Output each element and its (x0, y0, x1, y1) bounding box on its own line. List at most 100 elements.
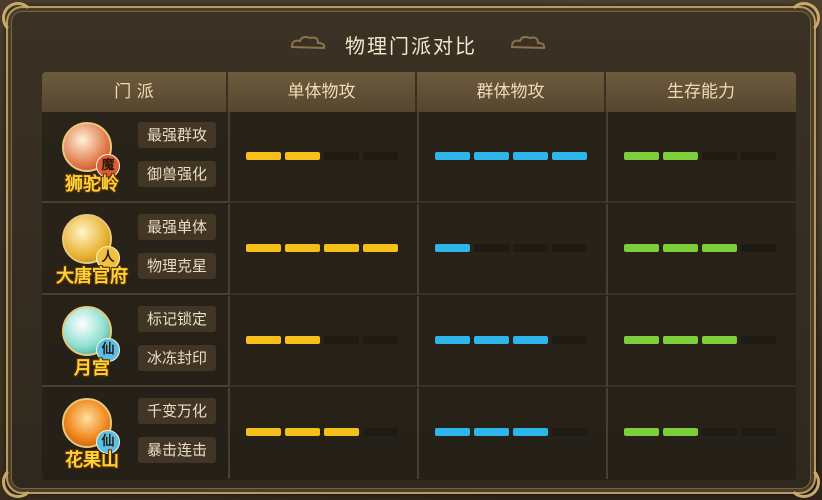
sect-feature-tag: 御兽强化 (138, 161, 216, 187)
survival-rating-cell (606, 388, 796, 479)
sect-cell: 魔狮驼岭 最强群攻 御兽强化 (42, 112, 228, 203)
survival-rating (624, 152, 776, 160)
rating-segment (624, 244, 659, 252)
rating-segment (663, 336, 698, 344)
rating-segment (741, 336, 776, 344)
rating-segment (513, 336, 548, 344)
header-group-attack: 群体物攻 (417, 72, 606, 112)
table-header: 门 派 单体物攻 群体物攻 生存能力 (42, 72, 796, 112)
rating-segment (435, 244, 470, 252)
header-single-attack: 单体物攻 (228, 72, 417, 112)
survival-rating (624, 428, 776, 436)
group-attack-rating-cell (417, 204, 606, 295)
rating-segment (474, 152, 509, 160)
single-attack-rating-cell (228, 204, 417, 295)
rating-segment (474, 244, 509, 252)
rating-segment (324, 336, 359, 344)
rating-segment (663, 428, 698, 436)
rating-segment (702, 152, 737, 160)
sect-name: 月宫 (74, 358, 110, 379)
cloud-ornament-icon (510, 36, 546, 50)
single-attack-rating-cell (228, 112, 417, 203)
sect-feature-tag: 冰冻封印 (138, 345, 216, 371)
rating-segment (363, 428, 398, 436)
rating-segment (285, 428, 320, 436)
sect-feature-tag: 最强单体 (138, 214, 216, 240)
rating-segment (324, 244, 359, 252)
group-attack-rating-cell (417, 112, 606, 203)
rating-segment (435, 428, 470, 436)
panel-title: 物理门派对比 (345, 33, 477, 58)
rating-segment (552, 152, 587, 160)
rating-segment (741, 428, 776, 436)
rating-segment (552, 336, 587, 344)
rating-segment (663, 152, 698, 160)
rating-segment (552, 244, 587, 252)
single-attack-rating (246, 428, 398, 436)
rating-segment (513, 152, 548, 160)
header-survival: 生存能力 (667, 82, 735, 102)
table-row: 仙月宫 标记锁定 冰冻封印 (42, 296, 796, 387)
sect-name: 大唐官府 (56, 266, 128, 287)
sect-feature-tag: 物理克星 (138, 253, 216, 279)
rating-segment (246, 152, 281, 160)
group-attack-rating (435, 244, 587, 252)
rating-segment (285, 336, 320, 344)
rating-segment (324, 428, 359, 436)
rating-segment (435, 152, 470, 160)
rating-segment (246, 244, 281, 252)
rating-segment (624, 428, 659, 436)
rating-segment (285, 152, 320, 160)
rating-segment (741, 244, 776, 252)
rating-segment (624, 336, 659, 344)
sect-feature-tag: 千变万化 (138, 398, 216, 424)
sect-cell: 仙月宫 标记锁定 冰冻封印 (42, 296, 228, 387)
group-attack-rating (435, 428, 587, 436)
corner-ornament (2, 466, 34, 498)
single-attack-rating-cell (228, 296, 417, 387)
rating-segment (363, 152, 398, 160)
rating-segment (246, 336, 281, 344)
rating-segment (624, 152, 659, 160)
single-attack-rating (246, 336, 398, 344)
rating-segment (702, 244, 737, 252)
table-row: 人大唐官府 最强单体 物理克星 (42, 204, 796, 295)
sect-name: 花果山 (65, 450, 119, 471)
sect-feature-tag: 最强群攻 (138, 122, 216, 148)
rating-segment (513, 244, 548, 252)
group-attack-rating (435, 336, 587, 344)
group-attack-rating-cell (417, 388, 606, 479)
survival-rating-cell (606, 296, 796, 387)
survival-rating-cell (606, 204, 796, 295)
single-attack-rating (246, 152, 398, 160)
rating-segment (474, 428, 509, 436)
single-attack-rating (246, 244, 398, 252)
table-row: 魔狮驼岭 最强群攻 御兽强化 (42, 112, 796, 203)
rating-segment (513, 428, 548, 436)
group-attack-rating (435, 152, 587, 160)
survival-rating (624, 336, 776, 344)
rating-segment (474, 336, 509, 344)
sect-feature-tag: 标记锁定 (138, 306, 216, 332)
sect-feature-tag: 暴击连击 (138, 437, 216, 463)
sect-cell: 仙花果山 千变万化 暴击连击 (42, 388, 228, 479)
rating-segment (246, 428, 281, 436)
rating-segment (741, 152, 776, 160)
survival-rating-cell (606, 112, 796, 203)
sect-cell: 人大唐官府 最强单体 物理克星 (42, 204, 228, 295)
rating-segment (702, 428, 737, 436)
rating-segment (285, 244, 320, 252)
rating-segment (702, 336, 737, 344)
survival-rating (624, 244, 776, 252)
table-row: 仙花果山 千变万化 暴击连击 (42, 388, 796, 479)
single-attack-rating-cell (228, 388, 417, 479)
rating-segment (324, 152, 359, 160)
rating-segment (363, 244, 398, 252)
rating-segment (552, 428, 587, 436)
rating-segment (663, 244, 698, 252)
rating-segment (435, 336, 470, 344)
comparison-table: 门 派 单体物攻 群体物攻 生存能力 魔狮驼岭 最强群攻 御兽强化人大唐官府 最强单体… (42, 72, 796, 480)
sect-name: 狮驼岭 (65, 174, 119, 195)
header-sect: 门 派 (42, 72, 228, 112)
group-attack-rating-cell (417, 296, 606, 387)
